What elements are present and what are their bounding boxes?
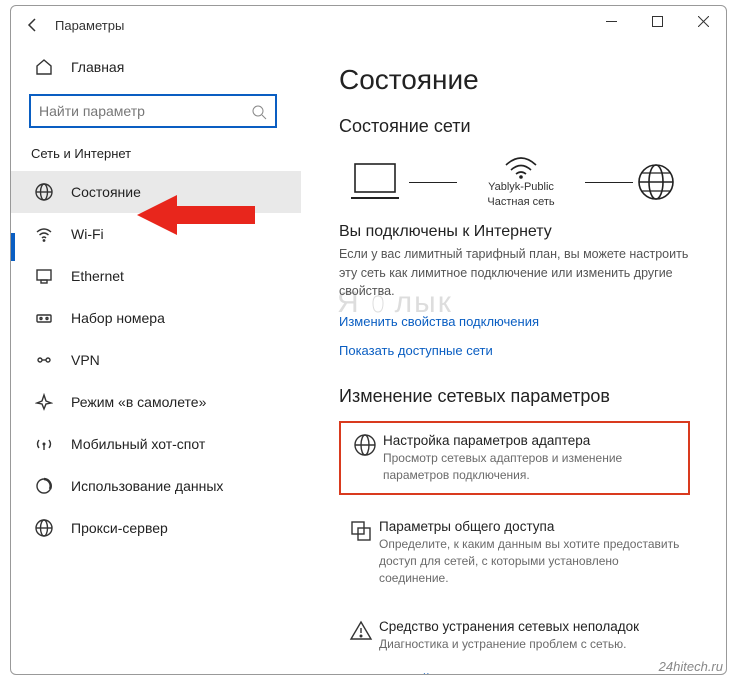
nav-label: Мобильный хот-спот — [71, 436, 205, 452]
connected-body: Если у вас лимитный тарифный план, вы мо… — [339, 245, 690, 299]
nav-label: Использование данных — [71, 478, 223, 494]
home-label: Главная — [71, 59, 124, 75]
network-status-heading: Состояние сети — [339, 116, 690, 137]
main-content: Состояние Состояние сети Yablyk-Public Ч… — [311, 44, 726, 674]
home-nav[interactable]: Главная — [11, 50, 301, 84]
option-title: Параметры общего доступа — [379, 519, 686, 534]
sidebar-item-ethernet[interactable]: Ethernet — [11, 255, 301, 297]
option-sharing[interactable]: Параметры общего доступа Определите, к к… — [339, 511, 690, 594]
dialup-icon — [33, 309, 55, 327]
option-troubleshoot[interactable]: Средство устранения сетевых неполадок Ди… — [339, 611, 690, 661]
troubleshoot-icon — [343, 619, 379, 653]
network-diagram: Yablyk-Public Частная сеть — [339, 155, 690, 209]
wifi-type: Частная сеть — [487, 196, 554, 209]
wifi-name: Yablyk-Public — [488, 181, 554, 194]
connection-line — [409, 182, 457, 183]
option-desc: Диагностика и устранение проблем с сетью… — [379, 636, 686, 653]
window-controls — [588, 6, 726, 36]
sidebar-item-hotspot[interactable]: Мобильный хот-спот — [11, 423, 301, 465]
status-icon — [33, 183, 55, 201]
link-change-connection-props[interactable]: Изменить свойства подключения — [339, 314, 690, 329]
hotspot-icon — [33, 435, 55, 453]
sidebar-item-status[interactable]: Состояние — [11, 171, 301, 213]
option-adapter-settings[interactable]: Настройка параметров адаптера Просмотр с… — [339, 421, 690, 496]
sidebar-item-datausage[interactable]: Использование данных — [11, 465, 301, 507]
minimize-button[interactable] — [588, 6, 634, 36]
nav-label: Режим «в самолете» — [71, 394, 206, 410]
option-title: Настройка параметров адаптера — [383, 433, 682, 448]
link-show-networks[interactable]: Показать доступные сети — [339, 343, 690, 358]
adapter-icon — [347, 433, 383, 484]
globe-diagram-icon — [637, 163, 675, 201]
nav-label: Wi-Fi — [71, 226, 104, 242]
datausage-icon — [33, 477, 55, 495]
back-button[interactable] — [19, 17, 47, 33]
settings-window: Параметры Главная Найти параметр Сеть и … — [10, 5, 727, 675]
sidebar-item-airplane[interactable]: Режим «в самолете» — [11, 381, 301, 423]
attribution: 24hitech.ru — [659, 659, 723, 674]
airplane-icon — [33, 393, 55, 411]
nav-label: Ethernet — [71, 268, 124, 284]
sidebar-section-label: Сеть и Интернет — [11, 146, 301, 171]
wifi-diagram-icon — [503, 155, 539, 179]
titlebar: Параметры — [11, 6, 726, 44]
page-title: Состояние — [339, 64, 690, 96]
search-placeholder: Найти параметр — [39, 103, 145, 119]
proxy-icon — [33, 519, 55, 537]
close-button[interactable] — [680, 6, 726, 36]
sidebar-item-wifi[interactable]: Wi-Fi — [11, 213, 301, 255]
nav-label: Состояние — [71, 184, 141, 200]
search-icon — [251, 104, 267, 123]
vpn-icon — [33, 351, 55, 369]
connected-heading: Вы подключены к Интернету — [339, 223, 690, 241]
sharing-icon — [343, 519, 379, 586]
maximize-button[interactable] — [634, 6, 680, 36]
sidebar: Главная Найти параметр Сеть и Интернет С… — [11, 44, 301, 674]
nav-label: Набор номера — [71, 310, 165, 326]
nav-label: Прокси-сервер — [71, 520, 168, 536]
search-input[interactable]: Найти параметр — [29, 94, 277, 128]
home-icon — [33, 58, 55, 76]
option-desc: Определите, к каким данным вы хотите пре… — [379, 536, 686, 586]
connection-line — [585, 182, 633, 183]
option-desc: Просмотр сетевых адаптеров и изменение п… — [383, 450, 682, 484]
wifi-icon — [33, 225, 55, 243]
laptop-icon — [345, 160, 405, 204]
link-view-network-props[interactable]: Просмотр свойств сети — [339, 671, 690, 674]
sidebar-item-vpn[interactable]: VPN — [11, 339, 301, 381]
option-title: Средство устранения сетевых неполадок — [379, 619, 686, 634]
window-title: Параметры — [55, 18, 124, 33]
sidebar-item-proxy[interactable]: Прокси-сервер — [11, 507, 301, 549]
nav-label: VPN — [71, 352, 100, 368]
change-network-heading: Изменение сетевых параметров — [339, 386, 690, 407]
sidebar-item-dialup[interactable]: Набор номера — [11, 297, 301, 339]
ethernet-icon — [33, 267, 55, 285]
